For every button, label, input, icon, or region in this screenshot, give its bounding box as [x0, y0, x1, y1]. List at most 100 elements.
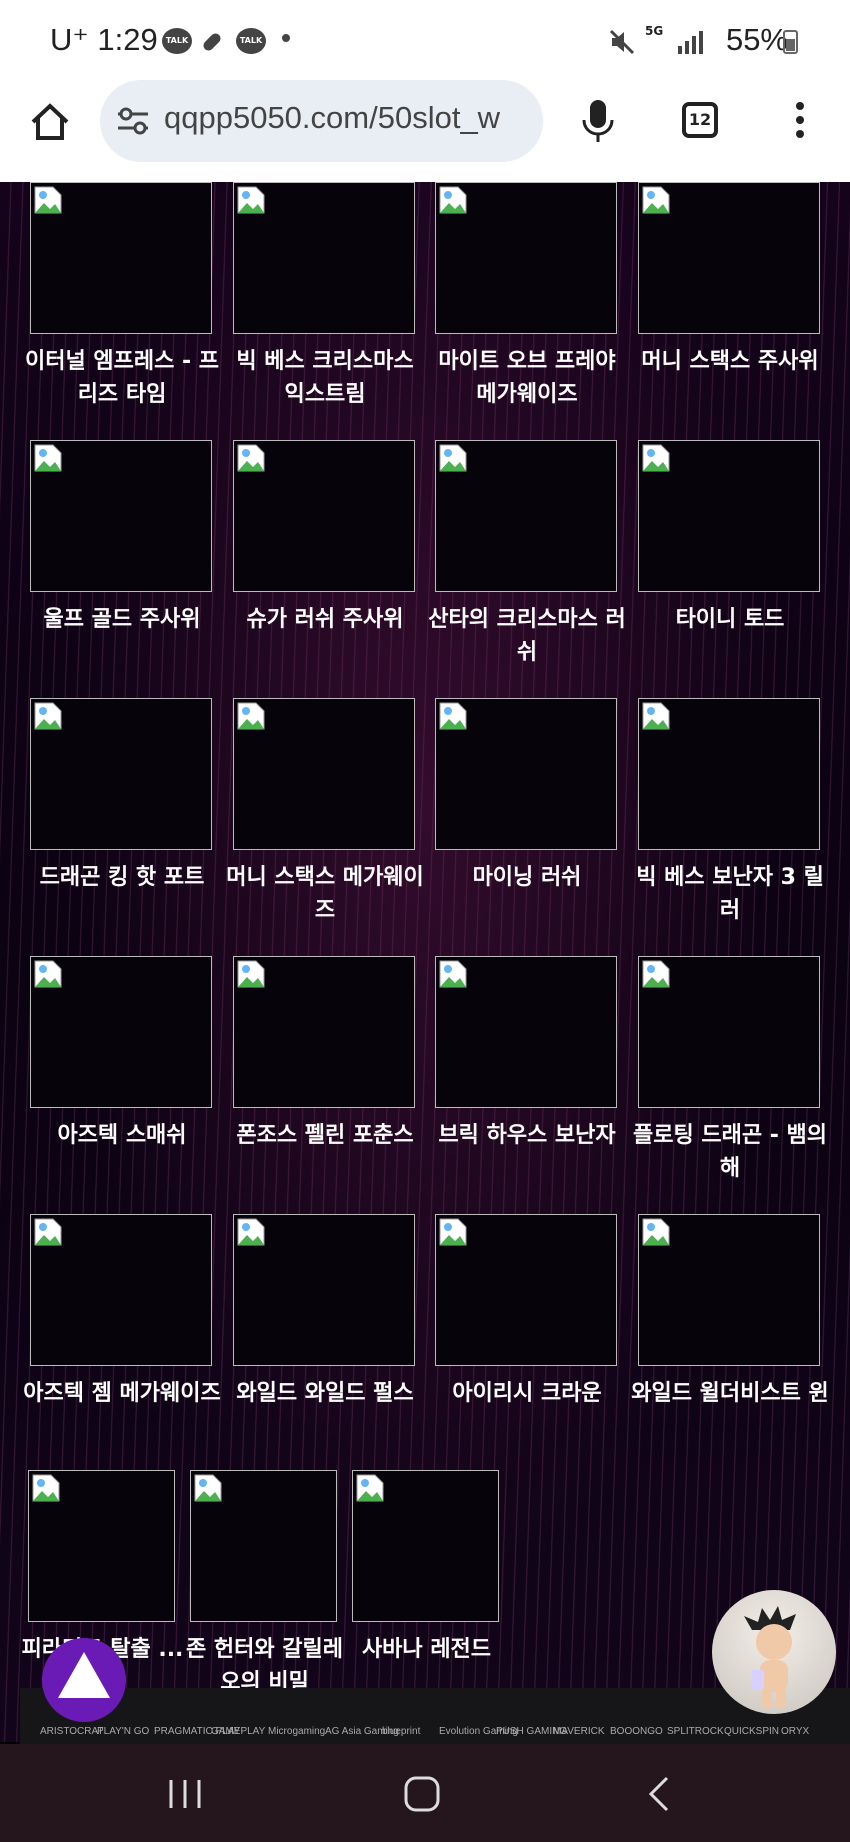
network-5g-icon: 5G — [645, 24, 664, 38]
game-thumbnail[interactable] — [30, 698, 212, 850]
game-thumbnail[interactable] — [352, 1470, 499, 1622]
game-thumbnail[interactable] — [435, 440, 617, 592]
recents-icon[interactable] — [165, 1774, 205, 1814]
game-thumbnail[interactable] — [233, 956, 415, 1108]
game-title[interactable]: 이터널 엠프레스 - 프리즈 타임 — [22, 345, 222, 411]
game-thumbnail[interactable] — [233, 698, 415, 850]
game-thumbnail[interactable] — [30, 182, 212, 334]
broken-image-icon — [439, 444, 467, 472]
game-thumbnail[interactable] — [435, 1214, 617, 1366]
broken-image-icon — [356, 1474, 384, 1502]
game-title[interactable]: 폰조스 펠린 포춘스 — [225, 1119, 425, 1152]
game-thumbnail[interactable] — [190, 1470, 337, 1622]
game-title[interactable]: 아즈텍 젬 메가웨이즈 — [22, 1377, 222, 1410]
game-title[interactable]: 타이니 토드 — [630, 603, 830, 636]
broken-image-icon — [34, 960, 62, 988]
game-thumbnail[interactable] — [435, 698, 617, 850]
scroll-top-button[interactable] — [42, 1638, 126, 1722]
kakaotalk-icon: TALK — [162, 28, 192, 54]
game-thumbnail[interactable] — [233, 440, 415, 592]
game-title[interactable]: 와일드 와일드 펄스 — [225, 1377, 425, 1410]
broken-image-icon — [642, 702, 670, 730]
broken-image-icon — [642, 1218, 670, 1246]
broken-image-icon — [34, 444, 62, 472]
provider-logo: SPLITROCK — [667, 1726, 724, 1737]
game-thumbnail[interactable] — [638, 698, 820, 850]
game-title[interactable]: 아이리시 크라운 — [427, 1377, 627, 1410]
notification-dot — [282, 34, 290, 42]
game-title[interactable]: 마이트 오브 프레야 메가웨이즈 — [427, 345, 627, 411]
game-thumbnail[interactable] — [233, 1214, 415, 1366]
broken-image-icon — [194, 1474, 222, 1502]
site-settings-icon[interactable] — [116, 106, 150, 136]
home-nav-icon[interactable] — [402, 1774, 442, 1814]
provider-logo: MAVERICK — [553, 1726, 605, 1737]
game-thumbnail[interactable] — [638, 182, 820, 334]
provider-logo: Microgaming — [268, 1726, 326, 1737]
mute-icon — [609, 29, 635, 55]
provider-logo: GAMEPLAY — [211, 1726, 266, 1737]
broken-image-icon — [32, 1474, 60, 1502]
more-menu-icon[interactable] — [794, 102, 806, 146]
broken-image-icon — [34, 1218, 62, 1246]
battery-icon — [783, 30, 798, 54]
broken-image-icon — [237, 444, 265, 472]
game-thumbnail[interactable] — [30, 1214, 212, 1366]
broken-image-icon — [439, 186, 467, 214]
game-title[interactable]: 울프 골드 주사위 — [22, 603, 222, 636]
game-title[interactable]: 슈가 러쉬 주사위 — [225, 603, 425, 636]
battery-percent: 55% — [725, 22, 788, 57]
broken-image-icon — [439, 1218, 467, 1246]
broken-image-icon — [34, 702, 62, 730]
game-title[interactable]: 마이닝 러쉬 — [427, 861, 627, 894]
game-title[interactable]: 빅 베스 크리스마스 익스트림 — [225, 345, 425, 411]
game-title[interactable]: 드래곤 킹 핫 포트 — [22, 861, 222, 894]
game-thumbnail[interactable] — [435, 956, 617, 1108]
signal-icon — [678, 31, 703, 54]
game-thumbnail[interactable] — [638, 440, 820, 592]
game-thumbnail[interactable] — [28, 1470, 175, 1622]
game-title[interactable]: 플로팅 드래곤 - 뱀의 해 — [630, 1119, 830, 1185]
broken-image-icon — [439, 960, 467, 988]
provider-logo: BOOONGO — [610, 1726, 663, 1737]
microphone-icon[interactable] — [580, 98, 616, 144]
provider-logo: QUICKSPIN — [724, 1726, 780, 1737]
game-title[interactable]: 와일드 윌더비스트 윈 — [630, 1377, 830, 1410]
home-icon[interactable] — [28, 100, 72, 144]
game-thumbnail[interactable] — [638, 1214, 820, 1366]
game-title[interactable]: 머니 스택스 주사위 — [630, 345, 830, 378]
broken-image-icon — [642, 960, 670, 988]
game-title[interactable]: 산타의 크리스마스 러쉬 — [427, 603, 627, 669]
broken-image-icon — [642, 444, 670, 472]
provider-logo: ARISTOCRAT — [40, 1726, 104, 1737]
character-icon — [744, 1606, 796, 1708]
provider-logo: ORYX — [781, 1726, 810, 1737]
back-icon[interactable] — [645, 1774, 675, 1814]
broken-image-icon — [439, 702, 467, 730]
kakaotalk-icon-2: TALK — [236, 28, 266, 54]
game-thumbnail[interactable] — [638, 956, 820, 1108]
android-nav-bar — [0, 1744, 850, 1842]
url-text[interactable]: qqpp5050.com/50slot_w — [164, 100, 534, 136]
game-thumbnail[interactable] — [233, 182, 415, 334]
status-bar: U⁺ 1:29 TALK TALK 5G 55% — [0, 0, 850, 80]
tab-switcher-button[interactable]: 12 — [682, 102, 718, 138]
game-title[interactable]: 사바나 레전드 — [344, 1633, 509, 1666]
game-title[interactable]: 빅 베스 보난자 3 릴러 — [630, 861, 830, 927]
broken-image-icon — [34, 186, 62, 214]
game-thumbnail[interactable] — [435, 182, 617, 334]
provider-logo: PLAY'N GO — [97, 1726, 150, 1737]
game-title[interactable]: 아즈텍 스매쉬 — [22, 1119, 222, 1152]
broken-image-icon — [237, 702, 265, 730]
provider-logo: blueprint — [382, 1726, 421, 1737]
broken-image-icon — [237, 1218, 265, 1246]
game-thumbnail[interactable] — [30, 440, 212, 592]
game-title[interactable]: 머니 스택스 메가웨이즈 — [225, 861, 425, 927]
game-title[interactable]: 브릭 하우스 보난자 — [427, 1119, 627, 1152]
address-bar[interactable]: qqpp5050.com/50slot_w — [100, 80, 543, 162]
pill-icon — [203, 33, 221, 51]
game-thumbnail[interactable] — [30, 956, 212, 1108]
broken-image-icon — [237, 960, 265, 988]
chat-avatar-button[interactable] — [712, 1590, 836, 1714]
status-time: U⁺ 1:29 — [50, 22, 158, 57]
